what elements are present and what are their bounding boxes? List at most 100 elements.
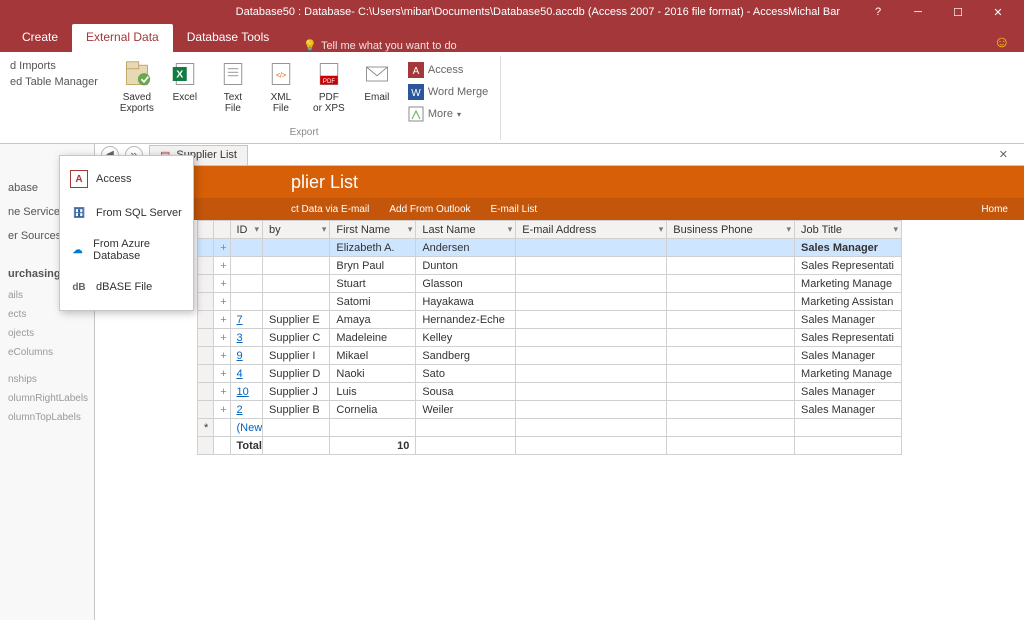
row-selector[interactable] xyxy=(198,311,214,329)
sidebar-subitem[interactable]: eColumns xyxy=(4,343,90,362)
cell-first-name[interactable]: Mikael xyxy=(330,347,416,365)
tab-database-tools[interactable]: Database Tools xyxy=(173,24,284,52)
table-row[interactable]: +7Supplier EAmayaHernandez-EcheSales Man… xyxy=(198,311,902,329)
cell-by[interactable]: Supplier C xyxy=(263,329,330,347)
column-header[interactable]: ID▾ xyxy=(230,221,263,239)
expand-icon[interactable]: + xyxy=(214,401,230,419)
cell-last-name[interactable]: Hayakawa xyxy=(416,293,516,311)
column-filter-icon[interactable]: ▾ xyxy=(322,224,327,235)
cell-first-name[interactable]: Madeleine xyxy=(330,329,416,347)
expand-icon[interactable]: + xyxy=(214,293,230,311)
table-row[interactable]: +3Supplier CMadeleineKelleySales Represe… xyxy=(198,329,902,347)
document-close-icon[interactable]: ✕ xyxy=(999,148,1018,161)
row-selector[interactable] xyxy=(198,401,214,419)
cell-by[interactable] xyxy=(263,293,330,311)
column-filter-icon[interactable]: ▾ xyxy=(893,224,898,235)
cell-job[interactable]: Sales Representati xyxy=(795,329,902,347)
cell-last-name[interactable]: Andersen xyxy=(416,239,516,257)
expand-icon[interactable]: + xyxy=(214,311,230,329)
cell-email[interactable] xyxy=(516,257,667,275)
cell-last-name[interactable]: Sousa xyxy=(416,383,516,401)
menu-item[interactable]: ☁From Azure Database xyxy=(60,230,193,270)
cell-job[interactable]: Marketing Manage xyxy=(795,365,902,383)
cell-last-name[interactable]: Sato xyxy=(416,365,516,383)
cell-first-name[interactable]: Stuart xyxy=(330,275,416,293)
row-selector[interactable] xyxy=(198,257,214,275)
row-selector[interactable] xyxy=(198,293,214,311)
cell-phone[interactable] xyxy=(667,257,795,275)
cell-id[interactable]: 9 xyxy=(230,347,263,365)
tell-me[interactable]: 💡 Tell me what you want to do xyxy=(303,39,456,52)
column-filter-icon[interactable]: ▾ xyxy=(787,224,792,235)
cell-id[interactable]: 2 xyxy=(230,401,263,419)
maximize-button[interactable]: ☐ xyxy=(938,0,978,24)
table-row[interactable]: +2Supplier BCorneliaWeilerSales Manager xyxy=(198,401,902,419)
cell-first-name[interactable]: Naoki xyxy=(330,365,416,383)
cell-email[interactable] xyxy=(516,365,667,383)
cell-by[interactable]: Supplier J xyxy=(263,383,330,401)
cell-job[interactable]: Marketing Manage xyxy=(795,275,902,293)
cell-last-name[interactable]: Kelley xyxy=(416,329,516,347)
table-row[interactable]: +StuartGlassonMarketing Manage xyxy=(198,275,902,293)
column-header[interactable]: Last Name▾ xyxy=(416,221,516,239)
close-button[interactable]: ✕ xyxy=(978,0,1018,24)
row-selector[interactable] xyxy=(198,275,214,293)
cell-id[interactable]: 7 xyxy=(230,311,263,329)
cell-by[interactable]: Supplier B xyxy=(263,401,330,419)
row-selector[interactable] xyxy=(198,329,214,347)
subnav-email-list[interactable]: E-mail List xyxy=(491,204,538,215)
email-button[interactable]: Email xyxy=(356,56,398,124)
cell-job[interactable]: Sales Manager xyxy=(795,311,902,329)
export-access-button[interactable]: A Access xyxy=(404,60,492,80)
subnav-add-outlook[interactable]: Add From Outlook xyxy=(389,204,470,215)
tab-external-data[interactable]: External Data xyxy=(72,24,173,52)
export-more-button[interactable]: More ▾ xyxy=(404,104,492,124)
column-filter-icon[interactable]: ▾ xyxy=(254,224,259,235)
cell-phone[interactable] xyxy=(667,275,795,293)
cell-id[interactable] xyxy=(230,257,263,275)
cell-id[interactable]: 10 xyxy=(230,383,263,401)
cell-job[interactable]: Sales Manager xyxy=(795,347,902,365)
new-row[interactable]: *(New) xyxy=(198,419,902,437)
cell-last-name[interactable]: Glasson xyxy=(416,275,516,293)
column-header[interactable]: E-mail Address▾ xyxy=(516,221,667,239)
menu-item[interactable]: dBdBASE File xyxy=(60,270,193,304)
cell-job[interactable]: Sales Representati xyxy=(795,257,902,275)
sidebar-subitem[interactable]: nships xyxy=(4,370,90,389)
table-row[interactable]: +10Supplier JLuisSousaSales Manager xyxy=(198,383,902,401)
cell-phone[interactable] xyxy=(667,311,795,329)
menu-item[interactable]: 🗄From SQL Server xyxy=(60,196,193,230)
cell-phone[interactable] xyxy=(667,293,795,311)
subnav-collect[interactable]: ct Data via E-mail xyxy=(291,204,369,215)
cell-job[interactable]: Sales Manager xyxy=(795,401,902,419)
expand-icon[interactable]: + xyxy=(214,239,230,257)
cell-email[interactable] xyxy=(516,311,667,329)
cell-email[interactable] xyxy=(516,239,667,257)
cell-id[interactable] xyxy=(230,239,263,257)
cell-email[interactable] xyxy=(516,293,667,311)
cell-id[interactable] xyxy=(230,275,263,293)
column-filter-icon[interactable]: ▾ xyxy=(408,224,413,235)
cell-email[interactable] xyxy=(516,383,667,401)
cell-by[interactable]: Supplier D xyxy=(263,365,330,383)
cell-id[interactable]: 4 xyxy=(230,365,263,383)
cell-first-name[interactable]: Cornelia xyxy=(330,401,416,419)
column-header[interactable] xyxy=(214,221,230,239)
minimize-button[interactable]: ─ xyxy=(898,0,938,24)
column-filter-icon[interactable]: ▾ xyxy=(508,224,513,235)
cell-by[interactable]: Supplier I xyxy=(263,347,330,365)
cell-by[interactable] xyxy=(263,275,330,293)
tab-create[interactable]: Create xyxy=(8,24,72,52)
cell-by[interactable] xyxy=(263,239,330,257)
word-merge-button[interactable]: W Word Merge xyxy=(404,82,492,102)
cell-first-name[interactable]: Luis xyxy=(330,383,416,401)
datasheet[interactable]: ID▾by▾First Name▾Last Name▾E-mail Addres… xyxy=(95,220,1024,620)
help-button[interactable]: ? xyxy=(858,0,898,24)
cell-last-name[interactable]: Sandberg xyxy=(416,347,516,365)
cell-id[interactable] xyxy=(230,293,263,311)
expand-icon[interactable]: + xyxy=(214,383,230,401)
row-selector[interactable] xyxy=(198,347,214,365)
xml-file-button[interactable]: </> XML File xyxy=(260,56,302,124)
cell-by[interactable] xyxy=(263,257,330,275)
cell-last-name[interactable]: Dunton xyxy=(416,257,516,275)
